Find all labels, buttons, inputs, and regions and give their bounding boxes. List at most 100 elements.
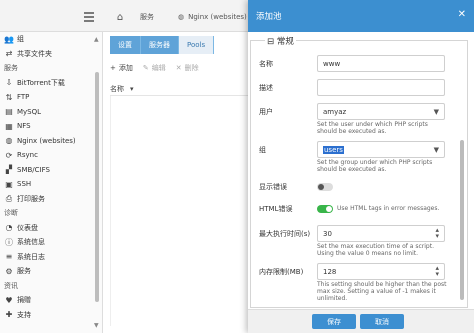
sidebar-item[interactable]: ▞ SMB/CIFS — [0, 163, 102, 178]
cancel-label: 取消 — [375, 317, 389, 326]
sort-icon[interactable]: ▾ — [130, 85, 134, 93]
tab-label: 服务器 — [149, 41, 170, 49]
sidebar-item[interactable]: ⚙ 服务 — [0, 264, 102, 279]
sidebar-item-label: SMB/CIFS — [17, 165, 50, 174]
sidebar-item[interactable]: ⇄ 共享文件夹 — [0, 47, 102, 62]
scroll-down-icon[interactable]: ▼ — [94, 322, 100, 329]
breadcrumb-label: Nginx (websites) — [188, 13, 247, 21]
sidebar-item[interactable]: ✚ 支持 — [0, 308, 102, 323]
sidebar-item-label: 打印服务 — [17, 194, 45, 203]
close-icon[interactable]: ✕ — [458, 9, 466, 20]
column-header-name[interactable]: 名称 — [110, 84, 124, 94]
name-field[interactable]: www — [317, 55, 445, 72]
sidebar-item[interactable]: ▣ SSH — [0, 177, 102, 192]
sidebar-item[interactable]: ⎙ 打印服务 — [0, 192, 102, 207]
dialog-title-bar: 添加池 — [248, 0, 474, 32]
table-header: 名称 ▾ — [110, 82, 250, 96]
sidebar-scrollbar[interactable] — [95, 72, 99, 302]
delete-button[interactable]: ✕ 删除 — [176, 63, 199, 73]
dialog-footer: 保存 取消 — [248, 309, 474, 333]
description-label: 描述 — [259, 84, 273, 92]
general-section: ⊟ 常规 名称 www 描述 用户 amyaz ▼ Set the user u… — [250, 35, 468, 308]
max-exec-hint: Set the max execution time of a script. … — [317, 243, 435, 257]
memory-limit-field[interactable]: 128 ▴ ▾ — [317, 263, 445, 280]
plus-icon: + — [110, 64, 116, 72]
memory-limit-label: 内存限制(MB) — [259, 268, 304, 276]
html-errors-label: HTML错误 — [259, 205, 293, 213]
dialog-scrollbar[interactable] — [460, 140, 464, 300]
spinner-icon[interactable]: ▴ ▾ — [435, 227, 439, 240]
sidebar-item-label: 共享文件夹 — [17, 49, 52, 58]
edit-button[interactable]: ✎ 编辑 — [143, 63, 166, 73]
group-label: 组 — [259, 146, 266, 154]
description-field[interactable] — [317, 79, 445, 96]
sidebar-item-label: NFS — [17, 122, 31, 131]
sidebar-item-label: 服务 — [17, 267, 31, 276]
max-exec-value: 30 — [323, 229, 332, 238]
sidebar-item[interactable]: 👥 组 — [0, 32, 102, 47]
sidebar-list: 👥 组 ⇄ 共享文件夹服务 ⇩ BitTorrent下载 ⇅ FTP ▤ MySQL ▦ NFS ◍ Ng… — [0, 32, 102, 322]
heart-icon: ♥ — [5, 295, 13, 305]
share-icon: ⇄ — [5, 49, 13, 59]
sidebar-item[interactable]: ⇩ BitTorrent下载 — [0, 76, 102, 91]
save-button[interactable]: 保存 — [312, 314, 356, 329]
sidebar-item-label: FTP — [17, 93, 30, 102]
breadcrumb-label: 服务 — [140, 13, 154, 21]
name-label: 名称 — [259, 60, 273, 68]
sidebar-item-label: 资讯 — [4, 281, 18, 290]
sidebar: 👥 组 ⇄ 共享文件夹服务 ⇩ BitTorrent下载 ⇅ FTP ▤ MySQL ▦ NFS ◍ Ng… — [0, 32, 103, 333]
collapse-icon: ⊟ — [267, 37, 275, 47]
tab-pools[interactable]: Pools — [179, 36, 215, 54]
user-select[interactable]: amyaz ▼ — [317, 103, 445, 120]
dashboard-icon: ◔ — [5, 223, 13, 233]
tab-label: 设置 — [118, 41, 132, 49]
table-body — [110, 96, 250, 326]
cancel-button[interactable]: 取消 — [360, 314, 404, 329]
sidebar-category: 诊断 — [0, 206, 102, 221]
user-hint: Set the user under which PHP scripts sho… — [317, 121, 428, 135]
tab-servers[interactable]: 服务器 — [141, 36, 179, 54]
section-title[interactable]: ⊟ 常规 — [265, 35, 296, 47]
tab-settings[interactable]: 设置 — [110, 36, 141, 54]
add-button[interactable]: + 添加 — [110, 63, 133, 73]
sidebar-item-label: 系统信息 — [17, 238, 45, 247]
sidebar-category: 资讯 — [0, 279, 102, 294]
sidebar-item[interactable]: ♥ 捐赠 — [0, 293, 102, 308]
user-label: 用户 — [259, 108, 273, 116]
sidebar-item[interactable]: ⇅ FTP — [0, 90, 102, 105]
add-label: 添加 — [118, 64, 133, 72]
sidebar-item-label: 服务 — [4, 64, 18, 73]
terminal-icon: ▣ — [5, 179, 13, 189]
sidebar-item-label: Rsync — [17, 151, 38, 160]
section-label: 常规 — [276, 37, 294, 47]
torrent-icon: ⇩ — [5, 78, 13, 88]
home-icon[interactable]: ⌂ — [108, 8, 132, 26]
sidebar-item[interactable]: ▦ NFS — [0, 119, 102, 134]
breadcrumb-nginx[interactable]: ◍ Nginx (websites) — [178, 8, 247, 26]
sidebar-category: 服务 — [0, 61, 102, 76]
toolbar: + 添加 ✎ 编辑 ✕ 删除 — [110, 58, 199, 78]
sidebar-item[interactable]: ▤ MySQL — [0, 105, 102, 120]
name-value: www — [323, 59, 341, 68]
info-icon: ⓘ — [5, 237, 13, 247]
delete-icon: ✕ — [175, 64, 182, 72]
save-label: 保存 — [327, 317, 341, 326]
max-exec-field[interactable]: 30 ▴ ▾ — [317, 225, 445, 242]
sidebar-item[interactable]: ⟳ Rsync — [0, 148, 102, 163]
services-icon: ⚙ — [5, 266, 13, 276]
sidebar-item[interactable]: ◍ Nginx (websites) — [0, 134, 102, 149]
sidebar-item-label: 系统日志 — [17, 252, 45, 261]
memory-limit-value: 128 — [323, 267, 337, 276]
sidebar-item[interactable]: ⓘ 系统信息 — [0, 235, 102, 250]
display-errors-toggle[interactable] — [317, 183, 333, 191]
sidebar-item[interactable]: ◔ 仪表盘 — [0, 221, 102, 236]
chevron-down-icon: ▼ — [433, 108, 439, 116]
spinner-icon[interactable]: ▴ ▾ — [435, 265, 439, 278]
sidebar-item-label: 捐赠 — [17, 296, 31, 305]
breadcrumb-service[interactable]: 服务 — [140, 8, 154, 26]
menu-icon[interactable] — [84, 10, 96, 22]
group-select[interactable]: users ▼ — [317, 141, 445, 158]
sidebar-item[interactable]: ≡ 系统日志 — [0, 250, 102, 265]
scroll-up-icon[interactable]: ▲ — [94, 36, 100, 43]
html-errors-toggle[interactable] — [317, 205, 333, 213]
